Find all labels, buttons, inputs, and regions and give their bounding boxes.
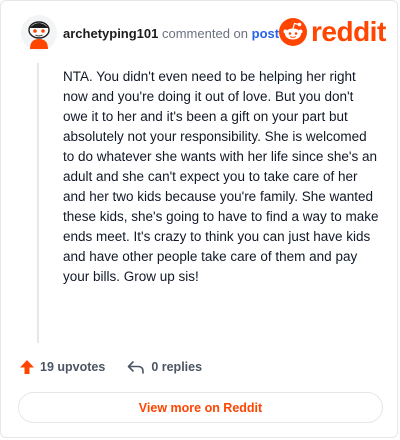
- reply-count: 0 replies: [151, 360, 203, 374]
- reddit-logo[interactable]: reddit: [279, 17, 386, 47]
- commented-on-text: commented on: [162, 26, 248, 41]
- view-more-button[interactable]: View more on Reddit: [18, 392, 383, 423]
- reply-icon: [128, 361, 145, 374]
- upvote-button[interactable]: 19 upvotes: [19, 359, 105, 375]
- upvote-arrow-icon: [20, 360, 34, 374]
- upvote-count: 19 upvotes: [40, 360, 106, 374]
- username-link[interactable]: archetyping101: [63, 26, 158, 41]
- user-avatar[interactable]: [21, 15, 57, 51]
- comment-header: archetyping101 commented on post: [63, 25, 279, 43]
- thread-line: [37, 63, 39, 343]
- reddit-logo-icon: [279, 18, 307, 46]
- reddit-wordmark: reddit: [311, 16, 386, 47]
- embedded-comment-card: archetyping101 commented on post reddit …: [0, 0, 398, 438]
- comment-footer: 19 upvotes 0 replies: [19, 359, 202, 375]
- comment-body: NTA. You didn't even need to be helping …: [63, 69, 379, 284]
- post-link[interactable]: post: [252, 26, 279, 41]
- replies-button[interactable]: 0 replies: [127, 360, 202, 374]
